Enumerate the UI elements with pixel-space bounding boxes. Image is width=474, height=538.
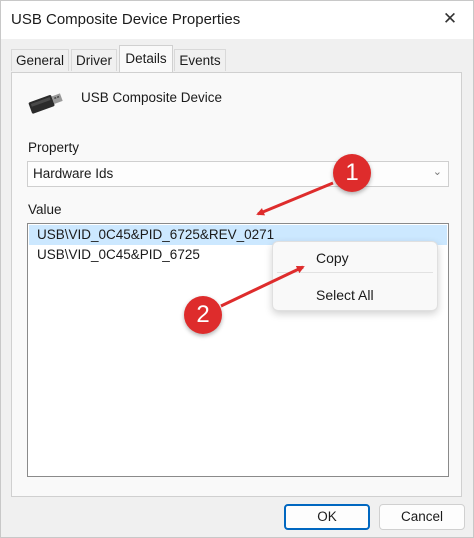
menu-item-copy[interactable]: Copy — [316, 250, 349, 266]
menu-separator — [277, 272, 433, 273]
context-menu: Copy Select All — [272, 241, 438, 311]
cancel-button[interactable]: Cancel — [379, 504, 465, 530]
chevron-down-icon: ⌄ — [432, 166, 442, 178]
property-label: Property — [28, 140, 80, 155]
tab-details[interactable]: Details — [119, 45, 173, 72]
value-label: Value — [28, 202, 62, 217]
close-icon[interactable]: ✕ — [441, 10, 459, 28]
annotation-badge-2: 2 — [184, 296, 222, 334]
tab-events[interactable]: Events — [174, 49, 226, 71]
annotation-badge-1: 1 — [333, 154, 371, 192]
ok-button[interactable]: OK — [284, 504, 370, 530]
tab-driver[interactable]: Driver — [71, 49, 117, 71]
usb-device-icon — [28, 93, 63, 114]
property-selected-value: Hardware Ids — [33, 166, 114, 181]
tab-strip: General Driver Details Events — [1, 39, 473, 73]
properties-dialog: USB Composite Device Properties ✕ Genera… — [0, 0, 474, 538]
menu-item-select-all[interactable]: Select All — [316, 287, 374, 303]
tab-general[interactable]: General — [11, 49, 69, 71]
property-dropdown[interactable]: Hardware Ids ⌄ — [27, 161, 449, 187]
device-name: USB Composite Device — [81, 90, 223, 105]
title-bar: USB Composite Device Properties ✕ — [1, 1, 473, 39]
window-title: USB Composite Device Properties — [11, 11, 241, 28]
